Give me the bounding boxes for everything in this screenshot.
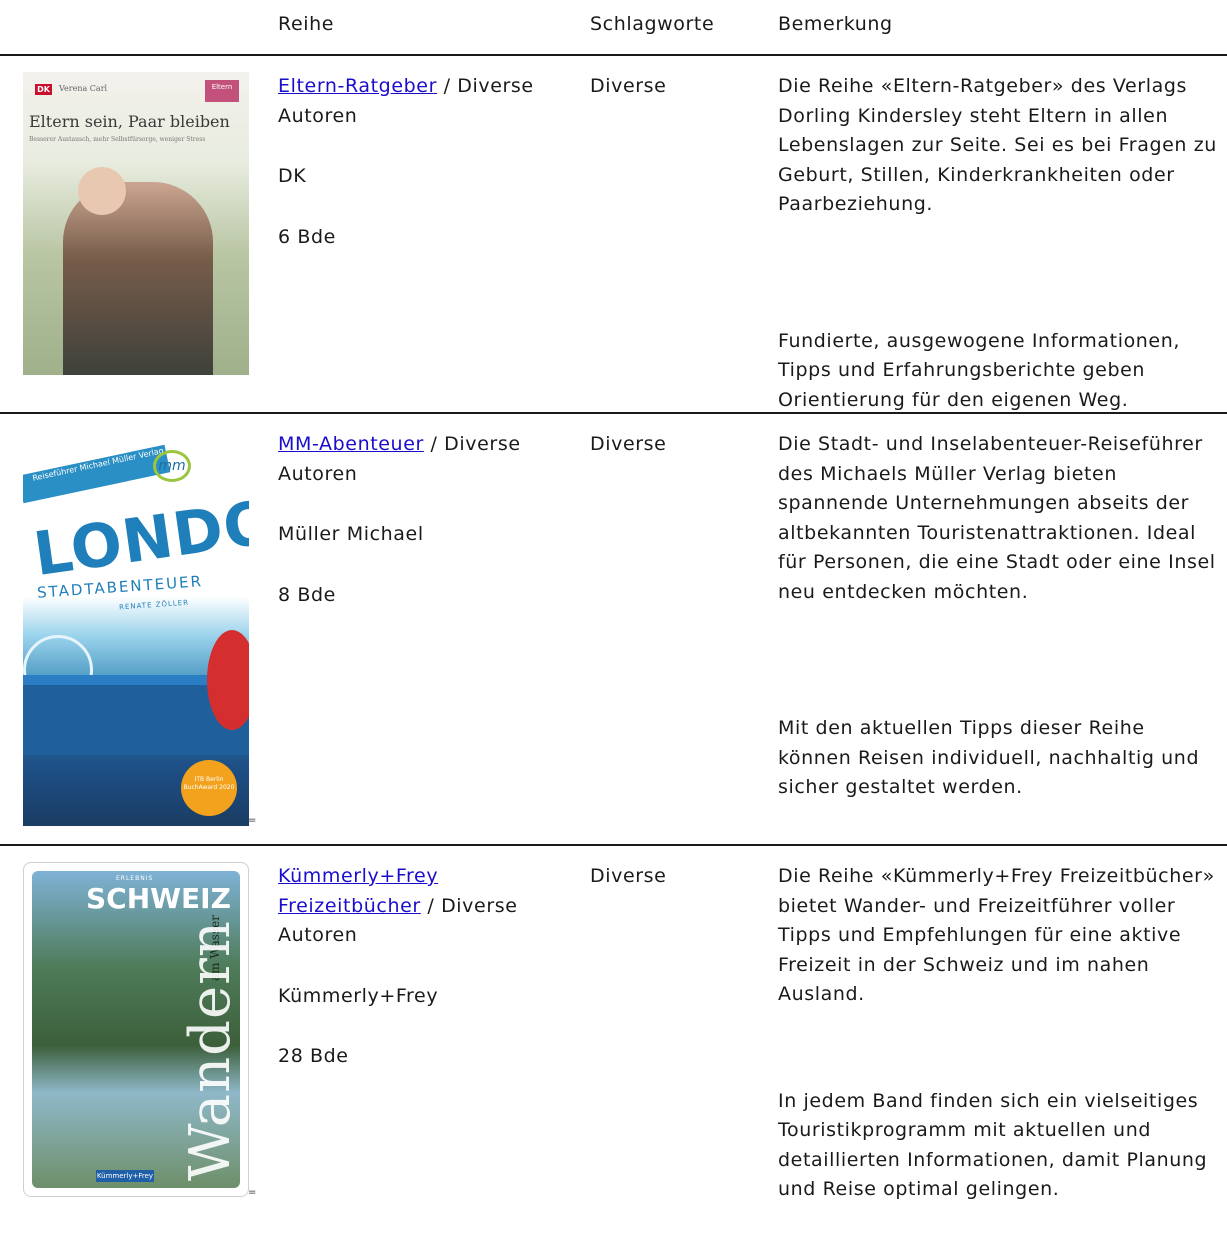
series-link[interactable]: Kümmerly+Frey Freizeitbücher (278, 865, 438, 917)
cover-title: Wandern (178, 920, 240, 1181)
book-cover-image[interactable]: Reiseführer Michael Müller Verlag mm LON… (23, 430, 249, 826)
cover-tag: Reiseführer Michael Müller Verlag (23, 444, 171, 504)
cell-bemerkung: Die Stadt- und Inselabenteuer-Reiseführe… (778, 430, 1223, 803)
cover-title: Eltern sein, Paar bleiben (29, 112, 230, 131)
image-marker: = (248, 815, 257, 826)
cover-title: LONDON (29, 479, 249, 591)
table-row: Reiseführer Michael Müller Verlag mm LON… (0, 416, 1227, 846)
remark-paragraph: Mit den aktuellen Tipps dieser Reihe kön… (778, 717, 1200, 798)
cell-schlagworte: Diverse (590, 865, 667, 887)
cell-reihe: Eltern-Ratgeber / Diverse Autoren DK 6 B… (278, 72, 568, 252)
cover-subtitle: Besserer Austausch, mehr Selbstfürsorge,… (29, 136, 206, 143)
cell-reihe: MM-Abenteuer / Diverse Autoren Müller Mi… (278, 430, 568, 610)
cell-reihe: Kümmerly+Frey Freizeitbücher / Diverse A… (278, 862, 568, 1072)
cover-photo (63, 182, 213, 375)
remark-paragraph: Die Stadt- und Inselabenteuer-Reiseführe… (778, 433, 1216, 603)
volume-count: 6 Bde (278, 225, 336, 248)
remark-paragraph: Die Reihe «Kümmerly+Frey Freizeitbücher»… (778, 865, 1215, 1005)
cover-brand: SCHWEIZ (86, 882, 231, 915)
table-row: ERLEBNIS SCHWEIZ am Wasser Wandern Kümme… (0, 848, 1227, 1243)
remark-paragraph: Die Reihe «Eltern-Ratgeber» des Verlags … (778, 75, 1217, 215)
volume-count: 28 Bde (278, 1045, 349, 1067)
column-header-bemerkung: Bemerkung (778, 13, 893, 35)
publisher-name: DK (278, 165, 307, 187)
publisher-name: Müller Michael (278, 523, 424, 545)
cell-bemerkung: Die Reihe «Kümmerly+Frey Freizeitbücher»… (778, 862, 1223, 1205)
volume-count: 8 Bde (278, 583, 336, 606)
cover-author: RENATE ZÖLLER (118, 598, 190, 612)
table-row: DK Verena Carl Eltern Eltern sein, Paar … (0, 58, 1227, 414)
publisher-logo: mm (153, 450, 191, 482)
cover-badge: Eltern (205, 80, 239, 102)
book-cover-image[interactable]: DK Verena Carl Eltern Eltern sein, Paar … (23, 72, 249, 375)
column-header-schlagworte: Schlagworte (590, 13, 715, 35)
cover-photo: ERLEBNIS SCHWEIZ am Wasser Wandern Kümme… (32, 871, 240, 1188)
series-link[interactable]: Eltern-Ratgeber (278, 75, 437, 97)
series-link[interactable]: MM-Abenteuer (278, 433, 424, 455)
cover-photo-detail (78, 167, 126, 215)
publisher-logo: Kümmerly+Frey (96, 1170, 154, 1182)
book-cover-image[interactable]: ERLEBNIS SCHWEIZ am Wasser Wandern Kümme… (23, 862, 249, 1197)
cell-schlagworte: Diverse (590, 75, 667, 97)
image-marker: = (248, 1187, 257, 1198)
cell-bemerkung: Die Reihe «Eltern-Ratgeber» des Verlags … (778, 72, 1223, 415)
cell-schlagworte: Diverse (590, 433, 667, 455)
publisher-logo: DK (35, 84, 52, 95)
remark-paragraph: In jedem Band finden sich ein vielseitig… (778, 1089, 1208, 1201)
award-seal: ITB Berlin BuchAward 2020 (181, 760, 237, 816)
publisher-name: Kümmerly+Frey (278, 984, 439, 1007)
cover-photo-detail (207, 630, 249, 730)
table-header: Reihe Schlagworte Bemerkung (0, 0, 1227, 56)
cover-author: Verena Carl (59, 84, 108, 93)
column-header-reihe: Reihe (278, 13, 335, 35)
remark-paragraph: Fundierte, ausgewogene Informationen, Ti… (778, 329, 1181, 411)
